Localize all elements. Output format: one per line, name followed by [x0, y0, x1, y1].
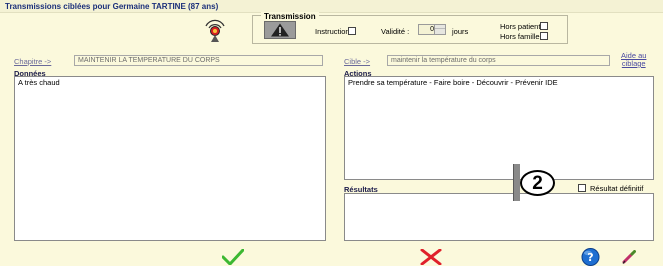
validite-value: 0: [430, 26, 434, 33]
svg-text:?: ?: [587, 251, 593, 264]
hors-patient-checkbox[interactable]: [540, 22, 548, 30]
broadcast-icon[interactable]: [202, 18, 228, 44]
pen-icon[interactable]: [622, 250, 636, 264]
chapitre-link[interactable]: Chapitre ->: [14, 57, 51, 66]
instruction-label: Instruction: [315, 27, 350, 36]
donnees-textarea[interactable]: A très chaud: [14, 76, 326, 241]
callout-number: 2: [520, 170, 555, 196]
checkmark-icon[interactable]: [221, 248, 245, 266]
donnees-content: A très chaud: [18, 78, 60, 87]
chapitre-field[interactable]: MAINTENIR LA TEMPERATURE DU CORPS: [74, 55, 323, 66]
instruction-checkbox[interactable]: [348, 27, 356, 35]
resultat-definitif-checkbox[interactable]: [578, 184, 586, 192]
actions-textarea[interactable]: Prendre sa température - Faire boire - D…: [344, 76, 654, 180]
aide-ciblage-link[interactable]: Aide au ciblage: [621, 52, 646, 68]
cible-link[interactable]: Cible ->: [344, 57, 370, 66]
callout-marker-bar: [513, 164, 520, 201]
aide-line2: ciblage: [621, 59, 646, 68]
window-title: Transmissions ciblées pour Germaine TART…: [0, 0, 663, 13]
hors-famille-checkbox[interactable]: [540, 32, 548, 40]
help-icon[interactable]: ?: [581, 248, 600, 266]
cross-icon[interactable]: [420, 248, 442, 266]
resultats-textarea[interactable]: [344, 193, 654, 241]
resultat-definitif-label: Résultat définitif: [590, 184, 644, 193]
validite-label: Validité :: [381, 27, 410, 36]
validite-spin-buttons[interactable]: [434, 25, 445, 34]
hors-famille-label: Hors famille: [500, 32, 540, 41]
actions-content: Prendre sa température - Faire boire - D…: [348, 78, 558, 87]
cible-field[interactable]: maintenir la température du corps: [387, 55, 610, 66]
hors-patient-label: Hors patient: [500, 22, 541, 31]
jours-label: jours: [452, 27, 469, 36]
warning-icon[interactable]: [264, 21, 296, 39]
